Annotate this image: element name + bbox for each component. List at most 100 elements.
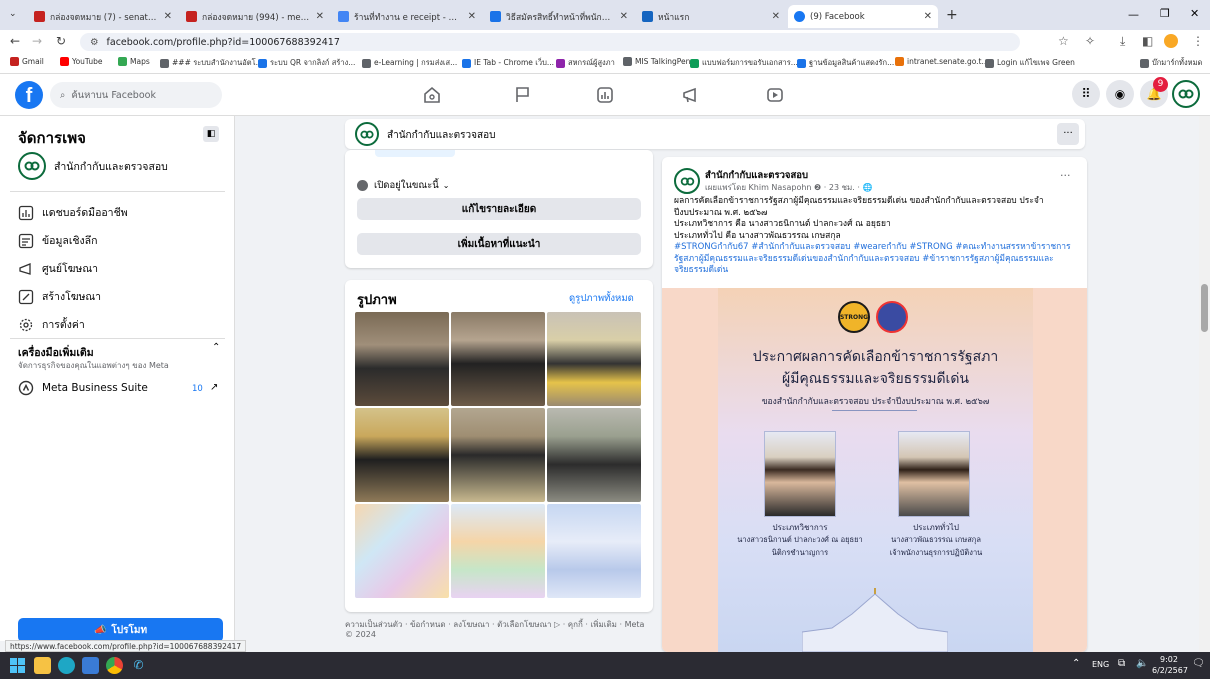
post-more-options[interactable]: ··· (1060, 169, 1071, 182)
bookmark-item[interactable]: Login แก้ไขเพจ Green (985, 57, 1075, 69)
windows-start-icon[interactable] (10, 658, 25, 673)
site-info-icon[interactable]: ⚙ (90, 37, 99, 48)
close-icon[interactable]: ✕ (164, 11, 172, 22)
extensions-icon[interactable]: ✧ (1085, 34, 1095, 48)
bookmark-item[interactable]: MIS TalkingPen (623, 57, 690, 66)
page-bar-title[interactable]: สำนักกำกับและตรวจสอบ (387, 128, 495, 143)
new-tab-button[interactable]: + (946, 7, 958, 23)
photo-thumbnail[interactable] (451, 312, 545, 406)
file-explorer-icon[interactable] (34, 657, 51, 674)
store-icon[interactable] (82, 657, 99, 674)
messenger-button[interactable]: ◉ (1106, 80, 1134, 108)
post-hashtags[interactable]: #STRONGกำกับ67 #สำนักกำกับและตรวจสอบ #we… (674, 242, 1074, 277)
sidepanel-icon[interactable]: ◧ (1142, 34, 1153, 48)
maximize-button[interactable]: ❐ (1160, 7, 1170, 20)
browser-tab-active[interactable]: (9) Facebook ✕ (788, 5, 938, 28)
bookmark-item[interactable]: ### ระบบสำนักงานอัตโ... (160, 57, 263, 69)
search-box[interactable]: ⌕ ค้นหาบน Facebook (50, 82, 222, 108)
download-icon[interactable]: ⤓ (1120, 34, 1125, 49)
page-scrollbar[interactable] (1199, 116, 1210, 652)
home-icon[interactable] (421, 84, 443, 106)
sidebar-item-dashboard[interactable]: แดชบอร์ดมืออาชีพ (18, 204, 128, 221)
photo-thumbnail[interactable] (355, 504, 449, 598)
facebook-header: f ⌕ ค้นหาบน Facebook ⠿ ◉ 🔔 9 (0, 74, 1210, 116)
photo-thumbnail[interactable] (355, 408, 449, 502)
photo-thumbnail[interactable] (547, 408, 641, 502)
photo-thumbnail[interactable] (547, 504, 641, 598)
sidebar-item-settings[interactable]: การตั้งค่า (18, 316, 85, 333)
sidebar-item-create-ad[interactable]: สร้างโฆษณา (18, 288, 101, 305)
photo-thumbnail[interactable] (355, 312, 449, 406)
close-icon[interactable]: ✕ (772, 11, 780, 22)
bookmark-item[interactable]: Maps (118, 57, 150, 66)
bookmark-item[interactable]: YouTube (60, 57, 103, 66)
page-switcher[interactable]: สำนักกำกับและตรวจสอบ (18, 152, 168, 180)
post-image[interactable]: STRONG ประกาศผลการคัดเลือกข้าราชการรัฐสภ… (662, 288, 1087, 652)
back-icon[interactable]: ← (10, 34, 20, 48)
notification-center-icon[interactable]: 🗨 (1192, 658, 1205, 669)
bookmark-item[interactable]: สหกรณ์ผู้สูงภา (556, 57, 615, 69)
bookmark-item[interactable]: ฐานข้อมูลสินค้าแสดงรัก... (797, 57, 894, 69)
bookmark-item[interactable]: แบบฟอร์มการขอรับเอกสาร... (690, 57, 798, 69)
see-all-photos-link[interactable]: ดูรูปภาพทั้งหมด (569, 291, 634, 306)
clock-time[interactable]: 9:02 (1160, 655, 1178, 664)
window-close-button[interactable]: ✕ (1190, 7, 1199, 20)
bookmark-item[interactable]: intranet.senate.go.t... (895, 57, 989, 66)
photo-thumbnail[interactable] (547, 312, 641, 406)
browser-tab[interactable]: หน้าแรก ✕ (636, 5, 786, 28)
tools-collapse-icon[interactable]: ⌃ (212, 342, 220, 353)
tray-chevron-icon[interactable]: ⌃ (1072, 658, 1080, 669)
dashboard-icon[interactable] (594, 84, 616, 106)
close-icon[interactable]: ✕ (316, 11, 324, 22)
scrollbar-thumb[interactable] (1201, 284, 1208, 332)
input-language[interactable]: ENG (1092, 660, 1109, 669)
line-icon[interactable]: ✆ (130, 657, 147, 674)
browser-tab[interactable]: ร้านที่ทำงาน e receipt - ค้นหาด้วย✕ (332, 5, 482, 28)
page-avatar[interactable] (1172, 80, 1200, 108)
browser-tab[interactable]: กล่องจดหมาย (7) - senate93290✕ (28, 5, 178, 28)
forward-icon[interactable]: → (32, 34, 42, 48)
add-featured-button[interactable]: เพิ่มเนื้อหาที่แนะนำ (357, 233, 641, 255)
reload-icon[interactable]: ↻ (56, 34, 66, 48)
bookmark-item[interactable]: ระบบ QR จากลิงก์ สร้าง... (258, 57, 355, 69)
nominee-right-position: เจ้าพนักงานธุรการปฏิบัติงาน (889, 548, 983, 557)
clock-date[interactable]: 6/2/2567 (1152, 666, 1188, 675)
edit-details-button[interactable]: แก้ไขรายละเอียด (357, 198, 641, 220)
all-bookmarks[interactable]: บ๊กมาร์กทั้งหมด (1140, 57, 1202, 69)
bookmark-item[interactable]: e-Learning | กรมส่งเส... (362, 57, 457, 69)
open-now-row[interactable]: เปิดอยู่ในขณะนี้ ⌄ (357, 178, 449, 193)
browser-tab[interactable]: วิธีสมัครสิทธิ์ทำหน้าที่พนักงานราชการ Ea… (484, 5, 634, 28)
flag-pages-icon[interactable] (511, 84, 533, 106)
bookmark-item[interactable]: IE Tab - Chrome เว็บ... (462, 57, 554, 69)
url-field[interactable]: ⚙ facebook.com/profile.php?id=1000676883… (80, 33, 1020, 51)
menu-icon[interactable]: ⋮ (1192, 34, 1204, 48)
close-icon[interactable]: ✕ (620, 11, 628, 22)
menu-grid-button[interactable]: ⠿ (1072, 80, 1100, 108)
facebook-logo-icon[interactable]: f (15, 81, 43, 109)
edge-icon[interactable] (58, 657, 75, 674)
speaker-icon[interactable]: 🔈 (1136, 658, 1148, 669)
video-icon[interactable] (764, 84, 786, 106)
sidebar-item-insights[interactable]: ข้อมูลเชิงลึก (18, 232, 97, 249)
post-author-avatar[interactable] (674, 168, 700, 194)
megaphone-icon[interactable] (680, 84, 702, 106)
bookmark-item[interactable]: Gmail (10, 57, 44, 66)
close-icon[interactable]: ✕ (924, 11, 932, 22)
chrome-icon[interactable] (106, 657, 123, 674)
bookmark-icon (895, 57, 904, 66)
sidebar-item-ad-center[interactable]: ศูนย์โฆษณา (18, 260, 98, 277)
close-icon[interactable]: ✕ (468, 11, 476, 22)
promote-button[interactable]: 📣 โปรโมท (18, 618, 223, 642)
minimize-button[interactable]: — (1128, 8, 1139, 21)
display-icon[interactable]: ⧉ (1118, 658, 1125, 669)
footer-links[interactable]: ความเป็นส่วนตัว · ข้อกำหนด · ลงโฆษณา · ต… (345, 620, 653, 640)
collapse-sidebar-icon[interactable]: ◧ (203, 126, 219, 142)
profile-avatar[interactable] (1164, 34, 1178, 48)
bookmark-star-icon[interactable]: ☆ (1058, 34, 1069, 48)
photo-thumbnail[interactable] (451, 504, 545, 598)
meta-business-suite-link[interactable]: Meta Business Suite (18, 380, 148, 396)
tab-search-icon[interactable]: ⌄ (9, 9, 21, 21)
more-options-button[interactable]: ··· (1057, 123, 1079, 145)
photo-thumbnail[interactable] (451, 408, 545, 502)
browser-tab[interactable]: กล่องจดหมาย (994) - mew.tim.tk✕ (180, 5, 330, 28)
